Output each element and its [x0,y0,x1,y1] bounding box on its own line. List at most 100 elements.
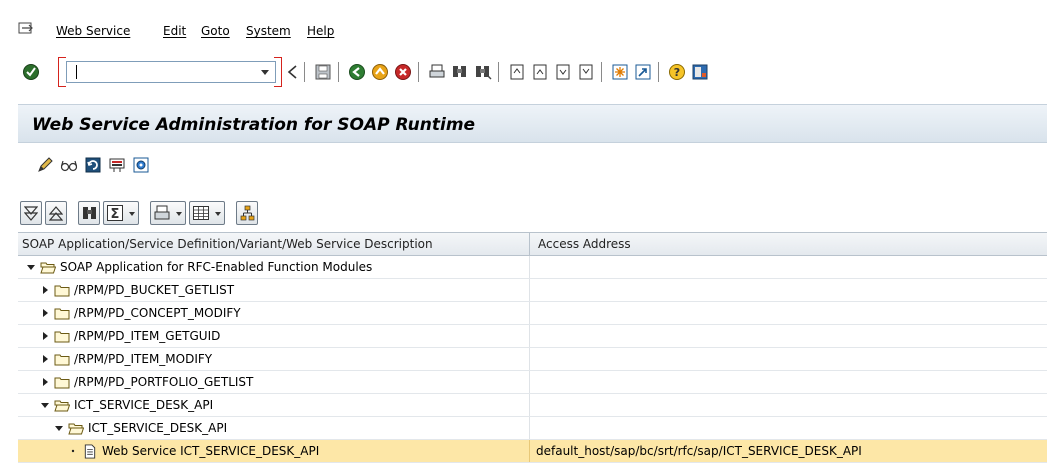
title-bar: Web Service Administration for SOAP Runt… [18,104,1047,143]
tree-cell-description: /RPM/PD_ITEM_GETGUID [18,325,530,347]
cancel-icon[interactable] [394,63,412,81]
views-button[interactable] [189,201,225,225]
menu-help[interactable]: Help [307,24,334,38]
dropdown-arrow-icon [129,212,135,216]
tree-node[interactable]: /RPM/PD_BUCKET_GETLIST [40,279,234,301]
tree-cell-description: /RPM/PD_PORTFOLIO_GETLIST [18,371,530,393]
previous-page-icon[interactable] [531,63,549,81]
change-pencil-icon[interactable] [36,156,54,174]
print-preview-button[interactable] [150,201,186,225]
collapse-icon [49,206,63,221]
next-page-icon[interactable] [554,63,572,81]
collapsed-triangle-icon[interactable] [40,285,50,295]
tree-toolbar: Σ [18,196,1047,232]
tree-row[interactable]: SOAP Application for RFC-Enabled Functio… [18,256,1047,279]
find-icon[interactable] [451,63,469,81]
command-field[interactable] [66,61,276,83]
enter-checkmark-icon[interactable] [22,63,40,81]
dropdown-arrow-icon [176,212,182,216]
tree-node[interactable]: ICT_SERVICE_DESK_API [54,417,227,439]
menu-goto[interactable]: Goto [201,24,230,38]
tree-cell-description: /RPM/PD_ITEM_MODIFY [18,348,530,370]
collapsed-triangle-icon[interactable] [40,331,50,341]
menu-system[interactable]: System [246,24,291,38]
hierarchy-button[interactable] [236,201,258,225]
save-icon[interactable] [314,63,332,81]
tree-node-label: ICT_SERVICE_DESK_API [74,398,214,412]
collapsed-triangle-icon[interactable] [40,354,50,364]
toolbar-separator [418,62,419,82]
refresh-icon[interactable] [84,156,102,174]
folder-icon [54,285,70,296]
tree-row[interactable]: /RPM/PD_PORTFOLIO_GETLIST [18,371,1047,394]
tree-node[interactable]: Web Service ICT_SERVICE_DESK_API [68,440,319,462]
tree-header: SOAP Application/Service Definition/Vari… [18,232,1047,256]
system-menu-icon[interactable] [18,22,34,36]
tree-cell-description: Web Service ICT_SERVICE_DESK_API [18,440,530,462]
customize-layout-icon[interactable] [691,63,709,81]
display-glasses-icon[interactable] [60,156,78,174]
column-header-address[interactable]: Access Address [530,233,1047,255]
menu-bar: Web Service Edit Goto System Help [0,0,1047,48]
generate-shortcut-icon[interactable] [634,63,652,81]
tree-node[interactable]: ICT_SERVICE_DESK_API [40,394,213,416]
folder-icon [54,308,70,319]
tree-node[interactable]: SOAP Application for RFC-Enabled Functio… [26,256,372,278]
hierarchy-icon [240,205,255,221]
standard-toolbar: ? [0,48,1047,94]
collapse-all-button[interactable] [45,201,67,225]
collapsed-triangle-icon[interactable] [40,377,50,387]
sum-button[interactable]: Σ [103,201,139,225]
tree-row[interactable]: /RPM/PD_CONCEPT_MODIFY [18,302,1047,325]
chevron-down-icon[interactable] [259,66,271,78]
leaf-bullet-icon [71,449,75,453]
tree-row-partial [18,463,1047,470]
tree-node[interactable]: /RPM/PD_PORTFOLIO_GETLIST [40,371,253,393]
folder-icon [54,331,70,342]
expanded-triangle-icon[interactable] [26,262,36,272]
tree-cell-access-address [530,371,1047,393]
tree-cell-access-address [530,325,1047,347]
create-session-icon[interactable] [611,63,629,81]
tree-node-label: ICT_SERVICE_DESK_API [88,421,228,435]
tree-cell-description: ICT_SERVICE_DESK_API [18,417,530,439]
configuration-icon[interactable] [108,156,126,174]
tree-cell-description: /RPM/PD_BUCKET_GETLIST [18,279,530,301]
tree-node[interactable]: /RPM/PD_ITEM_MODIFY [40,348,212,370]
application-toolbar [18,143,1047,189]
tree-node[interactable]: /RPM/PD_CONCEPT_MODIFY [40,302,241,324]
folder-open-icon [54,400,70,411]
tree-row[interactable]: ICT_SERVICE_DESK_API [18,394,1047,417]
tree-node-label: /RPM/PD_BUCKET_GETLIST [74,283,235,297]
tree-row[interactable]: /RPM/PD_BUCKET_GETLIST [18,279,1047,302]
back-icon[interactable] [348,63,366,81]
expand-all-button[interactable] [20,201,42,225]
tree-row[interactable]: ICT_SERVICE_DESK_API [18,417,1047,440]
tree-row[interactable]: /RPM/PD_ITEM_MODIFY [18,348,1047,371]
collapsed-triangle-icon[interactable] [40,308,50,318]
find-next-icon[interactable] [474,63,492,81]
tree-node-label: SOAP Application for RFC-Enabled Functio… [60,260,373,274]
first-page-icon[interactable] [508,63,526,81]
find-button[interactable] [78,201,100,225]
tree-row[interactable]: /RPM/PD_ITEM_GETGUID [18,325,1047,348]
expanded-triangle-icon[interactable] [54,423,64,433]
tree-node[interactable]: /RPM/PD_ITEM_GETGUID [40,325,220,347]
column-header-service[interactable]: SOAP Application/Service Definition/Vari… [18,233,530,255]
sigma-icon: Σ [107,205,123,221]
grid-icon [193,206,209,220]
tree-row[interactable]: Web Service ICT_SERVICE_DESK_API default_… [18,440,1047,463]
menu-web-service[interactable]: Web Service [56,24,130,38]
test-service-icon[interactable] [132,156,150,174]
tree-cell-access-address: default_host/sap/bc/srt/rfc/sap/ICT_SERV… [536,444,862,458]
expanded-triangle-icon[interactable] [40,400,50,410]
tree-cell-access-address [530,302,1047,324]
exit-icon[interactable] [371,63,389,81]
help-icon[interactable]: ? [668,63,686,81]
menu-edit[interactable]: Edit [163,24,186,38]
svg-text:?: ? [674,66,680,79]
print-icon[interactable] [428,63,446,81]
dropdown-arrow-icon [215,212,221,216]
last-page-icon[interactable] [577,63,595,81]
collapse-arrow-icon[interactable] [284,63,302,81]
